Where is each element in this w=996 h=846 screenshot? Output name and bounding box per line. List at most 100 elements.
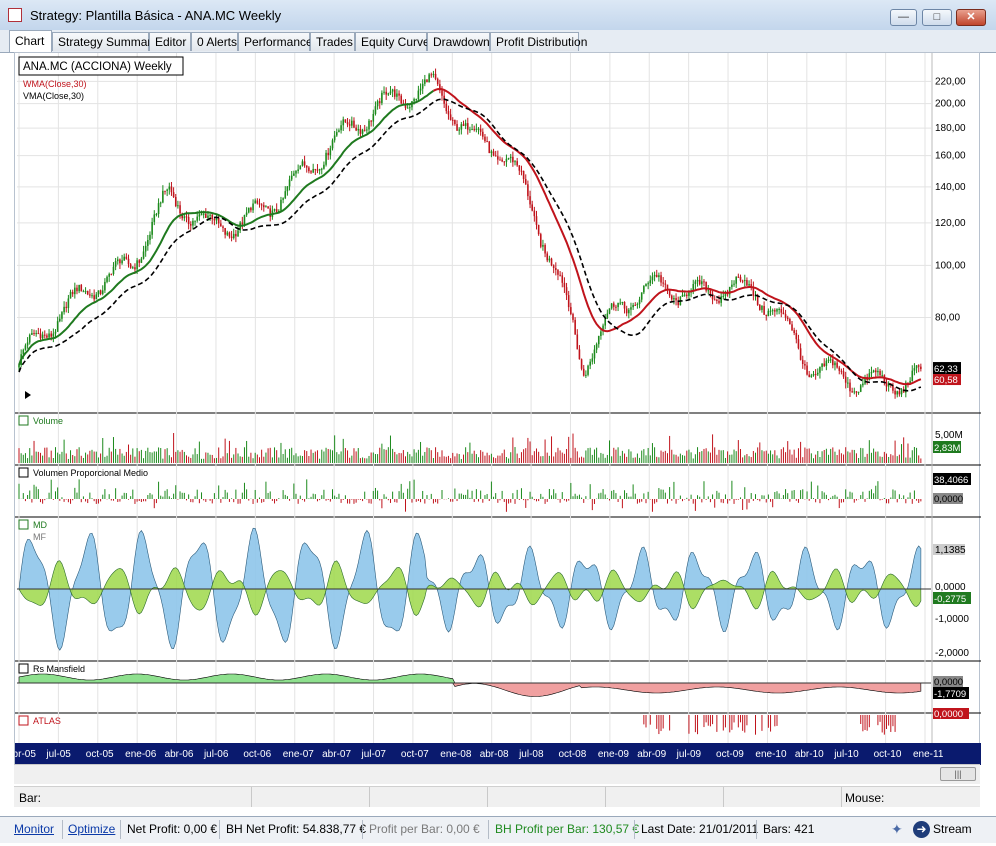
tab-equity-curve[interactable]: Equity Curve: [355, 32, 430, 51]
price-candle-body: [917, 365, 920, 367]
close-button[interactable]: ✕: [956, 9, 986, 26]
price-candle-body: [464, 123, 467, 126]
price-candle-body: [159, 202, 162, 204]
price-candle-body: [125, 256, 128, 259]
price-candle-body: [488, 141, 491, 154]
price-candle-body: [323, 164, 325, 169]
price-candle-body: [67, 298, 70, 309]
price-candle-body: [97, 290, 100, 295]
mouse-label: Mouse:: [845, 791, 885, 805]
price-candle-body: [791, 324, 793, 331]
price-candle-body: [297, 169, 299, 172]
price-candle-body: [101, 290, 104, 294]
price-candle-body: [518, 165, 521, 171]
price-candle-body: [398, 93, 400, 96]
price-candle-body: [668, 290, 671, 296]
price-candle-body: [91, 295, 93, 297]
price-candle-body: [157, 203, 160, 214]
tab-trades[interactable]: Trades: [310, 32, 355, 51]
price-candle-body: [492, 151, 495, 156]
price-candle-body: [237, 230, 239, 237]
price-candle-body: [295, 171, 297, 174]
satellite-icon[interactable]: ✦: [891, 821, 903, 838]
horizontal-scrollbar[interactable]: |||: [14, 764, 980, 784]
info-row: Bar: Mouse:: [14, 786, 980, 807]
price-candle-body: [782, 312, 785, 315]
price-candle-body: [625, 308, 628, 314]
price-candle-body: [312, 169, 314, 173]
price-candle-body: [718, 300, 720, 303]
price-candle-body: [804, 364, 806, 366]
price-candle-body: [78, 284, 80, 292]
tab-performance[interactable]: Performance: [238, 32, 313, 51]
price-candle-body: [542, 244, 544, 247]
monitor-link[interactable]: Monitor: [14, 822, 54, 836]
price-candle-body: [340, 125, 342, 131]
price-candle-body: [114, 261, 117, 267]
chart-area[interactable]: ANA.MC (ACCIONA) Weekly WMA(Close,30) VMA(…: [14, 52, 981, 765]
price-candle-body: [670, 295, 673, 300]
chart-svg[interactable]: ANA.MC (ACCIONA) Weekly WMA(Close,30) VMA(…: [15, 53, 981, 765]
price-candle-body: [52, 333, 55, 337]
price-candle-body: [258, 203, 261, 205]
price-candle-body: [834, 362, 836, 366]
price-candle-body: [338, 130, 340, 133]
price-candle-body: [46, 335, 48, 338]
maximize-button[interactable]: □: [922, 9, 952, 26]
price-candle-body: [449, 114, 452, 120]
price-candle-body: [389, 91, 392, 94]
price-candle-body: [527, 184, 529, 197]
price-candle-body: [393, 89, 396, 97]
price-candle-body: [280, 199, 282, 211]
price-candle-body: [870, 372, 873, 374]
price-candle-body: [462, 124, 465, 126]
price-candle-body: [134, 267, 136, 270]
price-candle-body: [217, 217, 220, 224]
price-candle-body: [436, 78, 439, 85]
price-candle-body: [533, 210, 536, 217]
price-candle-body: [911, 370, 914, 381]
price-candle-body: [647, 283, 649, 285]
price-candle-body: [183, 216, 186, 219]
price-candle-body: [512, 156, 514, 163]
price-candle-body: [585, 374, 587, 376]
status-bar: Monitor Optimize Net Profit: 0,00 € BH N…: [0, 816, 996, 843]
time-axis-label: jul-10: [833, 749, 859, 760]
price-candle-body: [763, 305, 765, 315]
price-candle-body: [524, 179, 527, 185]
price-candle-body: [147, 240, 149, 246]
price-candle-body: [220, 223, 222, 227]
price-candle-body: [582, 368, 585, 376]
tab-editor[interactable]: Editor: [149, 32, 191, 51]
tab-drawdown[interactable]: Drawdown: [427, 32, 490, 51]
tab-chart[interactable]: Chart: [9, 30, 52, 52]
minimize-button[interactable]: —: [890, 9, 917, 26]
price-candle-body: [286, 186, 289, 192]
price-candle-body: [138, 260, 141, 263]
tab-strategy-summary[interactable]: Strategy Summary: [52, 32, 157, 51]
scroll-thumb[interactable]: |||: [940, 767, 976, 781]
stream-label[interactable]: Stream: [933, 822, 972, 836]
price-candle-body: [559, 274, 561, 276]
price-candle-body: [810, 375, 813, 377]
rs-positive-area: [18, 673, 921, 684]
price-candle-body: [445, 103, 448, 112]
price-candle-body: [623, 301, 626, 309]
tab-alerts[interactable]: 0 Alerts: [191, 32, 238, 51]
time-axis-label: abr-05: [15, 749, 36, 760]
price-tick-label: 140,00: [935, 182, 966, 193]
price-candle-body: [192, 220, 194, 226]
price-candle-body: [327, 152, 330, 156]
price-candle-body: [299, 165, 302, 170]
stream-icon[interactable]: ➜: [913, 821, 930, 838]
price-candle-body: [129, 264, 132, 268]
price-candle-body: [155, 213, 158, 215]
price-candle-body: [799, 348, 802, 360]
price-candle-body: [591, 358, 594, 362]
tab-profit-distribution[interactable]: Profit Distribution: [490, 32, 587, 51]
optimize-link[interactable]: Optimize: [68, 822, 115, 836]
price-candle-body: [374, 106, 377, 114]
price-candle-body: [170, 186, 173, 193]
price-candle-body: [774, 310, 776, 312]
price-candle-body: [552, 265, 555, 269]
